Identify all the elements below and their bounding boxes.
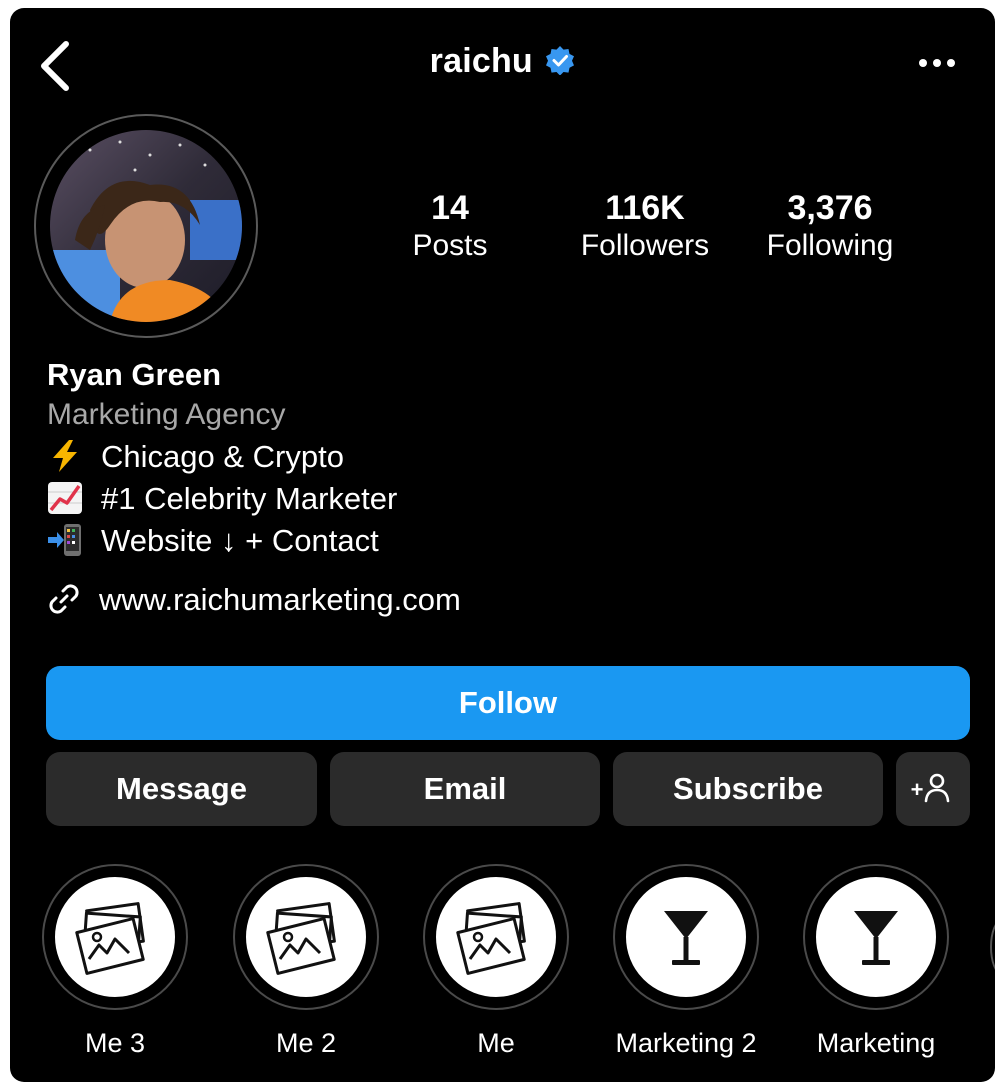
highlight-cover — [433, 874, 559, 1000]
chart-increasing-emoji — [48, 481, 82, 514]
highlight-label: Marketing 2 — [615, 1028, 757, 1058]
verified-badge-icon — [546, 45, 575, 75]
highlight-ring — [613, 864, 759, 1010]
username-title: raichu — [429, 42, 533, 80]
bio-line-text: Chicago & Crypto — [101, 439, 344, 474]
highlight-label: Marketing — [816, 1028, 936, 1058]
follow-button[interactable]: Follow — [46, 666, 970, 740]
highlight-marketing[interactable]: Marketing — [801, 864, 951, 1060]
cocktail-glass-icon — [664, 911, 708, 965]
highlight-me-2[interactable]: Me 2 — [231, 864, 381, 1060]
following-label: Following — [766, 229, 894, 262]
followers-label: Followers — [580, 229, 710, 262]
bio-line-text: Website ↓ + Contact — [101, 523, 379, 558]
cocktail-glass-icon — [854, 911, 898, 965]
category-label: Marketing Agency — [47, 398, 286, 431]
followers-stat[interactable]: 116K Followers — [570, 188, 720, 264]
add-person-icon: + — [911, 773, 950, 803]
suggested-accounts-button[interactable]: + — [896, 752, 970, 826]
avatar-photo — [50, 130, 242, 322]
photos-icon — [456, 902, 526, 975]
profile-bio: Ryan Green Marketing Agency Chicago & Cr… — [47, 356, 947, 620]
posts-label: Posts — [412, 229, 488, 262]
highlight-partial-edge[interactable] — [990, 920, 995, 974]
more-options-button[interactable] — [915, 48, 959, 78]
followers-count: 116K — [605, 189, 685, 227]
highlight-label: Me 2 — [275, 1028, 337, 1058]
subscribe-button[interactable]: Subscribe — [613, 752, 883, 826]
bio-line: Chicago & Crypto — [47, 436, 947, 478]
highlight-marketing-2[interactable]: Marketing 2 — [611, 864, 761, 1060]
photos-icon — [75, 902, 145, 975]
profile-title: raichu — [10, 42, 995, 81]
website-link-text: www.raichumarketing.com — [99, 582, 461, 617]
email-button[interactable]: Email — [330, 752, 600, 826]
profile-screen: raichu 14 Posts 116K Followers 3,376 Fol… — [10, 8, 995, 1082]
posts-stat[interactable]: 14 Posts — [390, 188, 510, 264]
photos-icon — [266, 902, 336, 975]
bio-line-text: #1 Celebrity Marketer — [101, 481, 398, 516]
more-horizontal-icon — [919, 59, 955, 67]
highlight-ring — [423, 864, 569, 1010]
highlight-label: Me 3 — [84, 1028, 146, 1058]
highlight-cover — [813, 874, 939, 1000]
following-stat[interactable]: 3,376 Following — [755, 188, 905, 264]
highlight-ring — [42, 864, 188, 1010]
highlight-ring — [233, 864, 379, 1010]
top-navigation-bar: raichu — [10, 8, 995, 118]
avatar — [50, 130, 242, 322]
highlight-me-3[interactable]: Me 3 — [40, 864, 190, 1060]
posts-count: 14 — [431, 189, 469, 227]
mobile-arrow-emoji — [48, 523, 81, 556]
profile-stats: 14 Posts 116K Followers 3,376 Following — [390, 188, 950, 278]
highlight-cover — [623, 874, 749, 1000]
highlight-me[interactable]: Me — [421, 864, 571, 1060]
website-link[interactable]: www.raichumarketing.com — [47, 580, 947, 620]
add-person-plus: + — [911, 777, 924, 802]
lightning-emoji — [53, 439, 77, 472]
message-button[interactable]: Message — [46, 752, 317, 826]
highlight-ring — [803, 864, 949, 1010]
story-highlights: Me 3 Me 2 Me Marketing 2 Marketing — [10, 864, 995, 1064]
following-count: 3,376 — [787, 189, 873, 227]
highlight-cover — [52, 874, 178, 1000]
link-icon — [49, 584, 79, 614]
highlight-cover — [243, 874, 369, 1000]
display-name: Ryan Green — [47, 357, 222, 392]
profile-avatar-ring[interactable] — [34, 114, 258, 338]
bio-line: #1 Celebrity Marketer — [47, 478, 947, 520]
bio-line: Website ↓ + Contact — [47, 520, 947, 562]
highlight-label: Me — [477, 1028, 515, 1058]
